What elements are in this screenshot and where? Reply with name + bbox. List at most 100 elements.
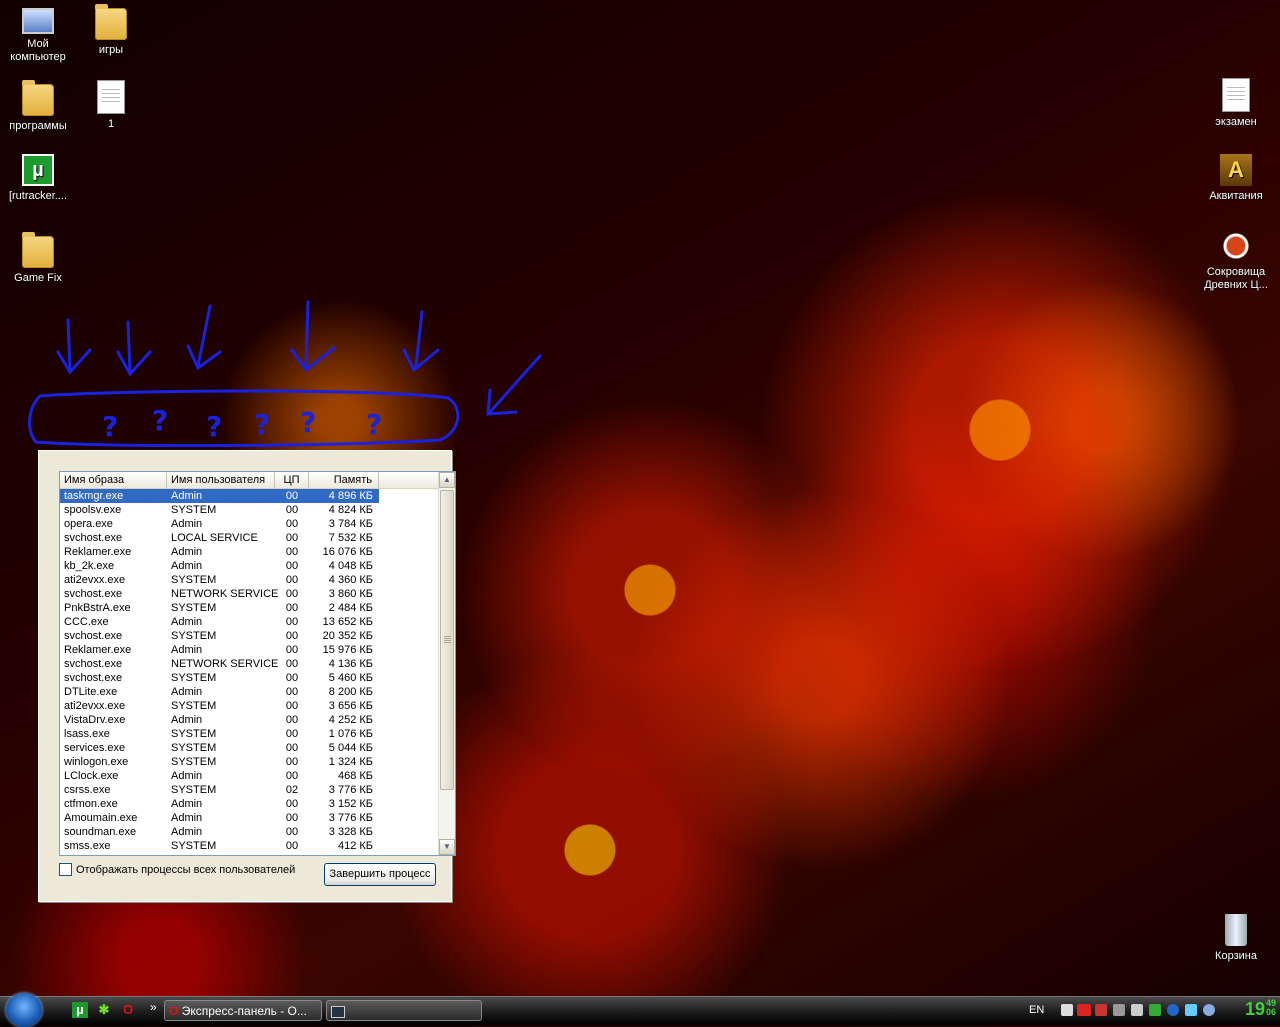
- process-user-name: SYSTEM: [171, 700, 217, 712]
- process-user-name: NETWORK SERVICE: [171, 658, 279, 670]
- table-row[interactable]: taskmgr.exe Admin 00 4 896 КБ: [60, 489, 455, 503]
- table-row[interactable]: ctfmon.exe Admin 00 3 152 КБ: [60, 797, 455, 811]
- desktop-icon-treasures[interactable]: Сокровища Древних Ц...: [1198, 230, 1274, 292]
- clock[interactable]: 1949 06: [1245, 999, 1276, 1020]
- process-image-name: DTLite.exe: [64, 686, 118, 698]
- table-row[interactable]: svchost.exe SYSTEM 00 5 460 КБ: [60, 671, 455, 685]
- language-indicator[interactable]: EN: [1029, 1004, 1044, 1016]
- desktop-icon-exam[interactable]: экзамен: [1198, 78, 1274, 129]
- process-cpu: 00: [285, 546, 299, 558]
- process-image-name: spoolsv.exe: [64, 504, 122, 516]
- scroll-thumb[interactable]: [440, 490, 454, 790]
- table-row[interactable]: svchost.exe NETWORK SERVICE 00 3 860 КБ: [60, 587, 455, 601]
- process-memory: 4 896 КБ: [309, 489, 379, 503]
- table-row[interactable]: lsass.exe SYSTEM 00 1 076 КБ: [60, 727, 455, 741]
- process-memory: 5 460 КБ: [328, 672, 373, 684]
- desktop-icon-akvitania[interactable]: A Аквитания: [1198, 154, 1274, 203]
- process-memory: 1 076 КБ: [328, 728, 373, 740]
- table-row[interactable]: spoolsv.exe SYSTEM 00 4 824 КБ: [60, 503, 455, 517]
- table-row[interactable]: svchost.exe NETWORK SERVICE 00 4 136 КБ: [60, 657, 455, 671]
- utorrent-quicklaunch-icon[interactable]: µ: [72, 1002, 88, 1018]
- process-image-name: ati2evxx.exe: [64, 574, 126, 586]
- column-cpu[interactable]: ЦП: [275, 472, 309, 488]
- table-row[interactable]: VistaDrv.exe Admin 00 4 252 КБ: [60, 713, 455, 727]
- tray-icon-7[interactable]: [1167, 1004, 1179, 1016]
- wireless-tray-icon[interactable]: [1203, 1004, 1215, 1016]
- table-row[interactable]: svchost.exe SYSTEM 00 20 352 КБ: [60, 629, 455, 643]
- row-filler: [379, 531, 383, 545]
- table-row[interactable]: winlogon.exe SYSTEM 00 1 324 КБ: [60, 755, 455, 769]
- process-list-header: Имя образа Имя пользователя ЦП Память: [60, 472, 455, 489]
- tray-icon-6[interactable]: [1149, 1004, 1161, 1016]
- end-process-button[interactable]: Завершить процесс: [324, 863, 436, 886]
- question-mark: ?: [366, 408, 382, 441]
- process-memory: 3 860 КБ: [328, 588, 373, 600]
- quicklaunch-more-button[interactable]: »: [150, 1000, 157, 1014]
- gear-quicklaunch-icon[interactable]: ✱: [96, 1002, 112, 1018]
- table-row[interactable]: csrss.exe SYSTEM 02 3 776 КБ: [60, 783, 455, 797]
- process-user-name: SYSTEM: [171, 784, 217, 796]
- process-user-name: SYSTEM: [171, 630, 217, 642]
- start-button[interactable]: [6, 993, 42, 1027]
- table-row[interactable]: smss.exe SYSTEM 00 412 КБ: [60, 839, 455, 853]
- tray-icon-1[interactable]: [1061, 1004, 1073, 1016]
- volume-tray-icon[interactable]: [1131, 1004, 1143, 1016]
- ati-tray-icon[interactable]: [1077, 1004, 1091, 1016]
- row-filler: [379, 643, 383, 657]
- process-memory: 16 076 КБ: [322, 546, 373, 558]
- desktop-icon-recycle-bin[interactable]: Корзина: [1198, 914, 1274, 963]
- table-row[interactable]: soundman.exe Admin 00 3 328 КБ: [60, 825, 455, 839]
- process-image-name: CCC.exe: [64, 616, 109, 628]
- process-memory: 4 136 КБ: [328, 658, 373, 670]
- network-tray-icon[interactable]: [1113, 1004, 1125, 1016]
- table-row[interactable]: Amoumain.exe Admin 00 3 776 КБ: [60, 811, 455, 825]
- column-image-name[interactable]: Имя образа: [60, 472, 167, 488]
- process-user-name: Admin: [171, 770, 203, 782]
- row-filler: [379, 783, 383, 797]
- table-row[interactable]: ati2evxx.exe SYSTEM 00 4 360 КБ: [60, 573, 455, 587]
- process-memory: 8 200 КБ: [328, 686, 373, 698]
- process-image-name: svchost.exe: [64, 658, 123, 670]
- process-memory: 4 048 КБ: [328, 560, 373, 572]
- desktop-icon-label: экзамен: [1215, 116, 1257, 128]
- row-filler: [379, 769, 383, 783]
- tray-icon-8[interactable]: [1185, 1004, 1197, 1016]
- table-row[interactable]: LClock.exe Admin 00 468 КБ: [60, 769, 455, 783]
- table-row[interactable]: DTLite.exe Admin 00 8 200 КБ: [60, 685, 455, 699]
- table-row[interactable]: ati2evxx.exe SYSTEM 00 3 656 КБ: [60, 699, 455, 713]
- scroll-up-button[interactable]: ▲: [439, 472, 455, 488]
- column-user-name[interactable]: Имя пользователя: [167, 472, 275, 488]
- process-rows: taskmgr.exe Admin 00 4 896 КБ spoolsv.exe SYS…: [60, 489, 455, 853]
- process-list-scrollbar[interactable]: ▲ ▼: [438, 472, 455, 855]
- process-cpu: 00: [285, 616, 299, 628]
- show-all-users-checkbox[interactable]: Отображать процессы всех пользователей: [59, 863, 295, 876]
- opera-quicklaunch-icon[interactable]: O: [120, 1002, 136, 1018]
- table-row[interactable]: CCC.exe Admin 00 13 652 КБ: [60, 615, 455, 629]
- clock-small: 49 06: [1266, 999, 1276, 1017]
- scroll-down-button[interactable]: ▼: [439, 839, 455, 855]
- tray-icon-3[interactable]: [1095, 1004, 1107, 1016]
- row-filler: [379, 811, 383, 825]
- process-memory: 4 252 КБ: [328, 714, 373, 726]
- column-memory[interactable]: Память: [309, 472, 379, 488]
- process-user-name: SYSTEM: [171, 574, 217, 586]
- table-row[interactable]: Reklamer.exe Admin 00 16 076 КБ: [60, 545, 455, 559]
- taskbar-button-opera[interactable]: O Экспресс-панель - О...: [164, 1000, 322, 1021]
- process-image-name: PnkBstrA.exe: [64, 602, 131, 614]
- taskbar-button-task-manager[interactable]: [326, 1000, 482, 1021]
- process-cpu: 00: [285, 532, 299, 544]
- process-list[interactable]: Имя образа Имя пользователя ЦП Память ta…: [59, 471, 456, 856]
- process-memory: 20 352 КБ: [322, 630, 373, 642]
- table-row[interactable]: opera.exe Admin 00 3 784 КБ: [60, 517, 455, 531]
- table-row[interactable]: PnkBstrA.exe SYSTEM 00 2 484 КБ: [60, 601, 455, 615]
- process-cpu: 00: [285, 658, 299, 670]
- table-row[interactable]: services.exe SYSTEM 00 5 044 КБ: [60, 741, 455, 755]
- process-cpu: 00: [285, 756, 299, 768]
- table-row[interactable]: kb_2k.exe Admin 00 4 048 КБ: [60, 559, 455, 573]
- table-row[interactable]: Reklamer.exe Admin 00 15 976 КБ: [60, 643, 455, 657]
- row-filler: [379, 797, 383, 811]
- row-filler: [379, 503, 383, 517]
- process-memory: 3 328 КБ: [328, 826, 373, 838]
- checkbox-box[interactable]: [59, 863, 72, 876]
- table-row[interactable]: svchost.exe LOCAL SERVICE 00 7 532 КБ: [60, 531, 455, 545]
